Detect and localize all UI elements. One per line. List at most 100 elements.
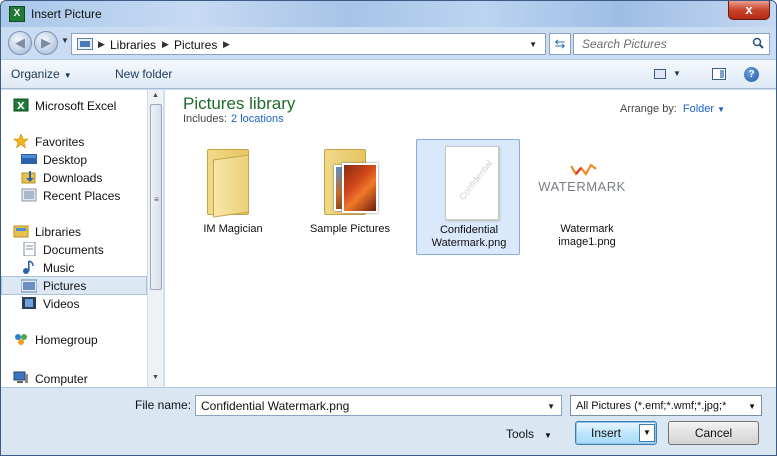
locations-link[interactable]: 2 locations — [231, 113, 284, 125]
scroll-up-arrow[interactable]: ▲ — [152, 92, 159, 99]
library-title: Pictures library — [183, 94, 296, 113]
chevron-down-icon: ▼ — [63, 71, 72, 80]
music-icon — [23, 260, 34, 274]
includes-label: Includes: — [183, 113, 228, 125]
file-list-view[interactable]: Pictures library Includes: 2 locations Ar… — [165, 90, 776, 387]
pictures-icon — [21, 279, 37, 293]
nav-item-pictures[interactable]: Pictures — [1, 276, 147, 295]
cancel-button[interactable]: Cancel — [668, 421, 759, 445]
arrange-by-label: Arrange by: — [620, 103, 677, 115]
computer-icon — [13, 371, 28, 383]
library-location-icon — [77, 38, 93, 50]
back-button[interactable]: ◀ — [8, 31, 32, 55]
title-bar[interactable]: X Insert Picture x — [1, 1, 776, 27]
grip-icon: ≡ — [154, 195, 159, 204]
refresh-icon: ⇆ — [554, 36, 566, 51]
view-options-dropdown[interactable]: ▼ — [673, 69, 681, 78]
nav-item-desktop[interactable]: Desktop — [1, 150, 147, 169]
excel-icon: X — [13, 98, 29, 112]
search-box[interactable] — [573, 33, 770, 55]
scroll-down-arrow[interactable]: ▼ — [152, 374, 159, 381]
nav-item-homegroup[interactable]: Homegroup — [1, 330, 147, 349]
file-item-sample-pictures[interactable]: Sample Pictures — [298, 139, 402, 255]
file-name: Confidential Watermark.png — [431, 224, 507, 249]
command-toolbar: Organize ▼ New folder ▼ ? — [1, 59, 776, 89]
file-name-input[interactable] — [196, 396, 536, 415]
close-button[interactable]: x — [728, 1, 770, 20]
videos-icon — [22, 297, 36, 309]
file-name: Watermark image1.png — [558, 223, 616, 248]
help-icon[interactable]: ? — [744, 67, 759, 82]
forward-button[interactable]: ▶ — [34, 31, 58, 55]
library-includes: Includes: 2 locations — [183, 113, 284, 125]
navigation-pane: X Microsoft Excel Favorites Desktop Down… — [1, 90, 164, 387]
folder-photos-icon — [316, 145, 384, 217]
recent-places-icon — [21, 188, 37, 202]
file-name-label: File name: — [135, 398, 192, 412]
nav-item-downloads[interactable]: Downloads — [1, 168, 147, 187]
tools-label: Tools — [506, 427, 535, 441]
file-item-watermark-image1[interactable]: WATERMARK Watermark image1.png — [535, 139, 639, 255]
nav-item-libraries[interactable]: Libraries — [1, 222, 147, 241]
thumbnail-text: Confidential — [457, 158, 495, 202]
documents-icon — [23, 242, 36, 256]
image-thumbnail: WATERMARK — [537, 161, 627, 197]
insert-button[interactable]: Insert ▼ — [575, 421, 657, 445]
search-icon[interactable] — [752, 37, 764, 49]
nav-scrollbar[interactable]: ▲ ≡ ▼ — [147, 90, 163, 387]
nav-item-music[interactable]: Music — [1, 258, 147, 277]
libraries-icon — [13, 225, 29, 238]
insert-options-dropdown[interactable]: ▼ — [639, 424, 655, 442]
scroll-thumb[interactable]: ≡ — [150, 104, 162, 290]
nav-item-documents[interactable]: Documents — [1, 240, 147, 259]
search-input[interactable] — [574, 34, 744, 54]
chevron-right-icon[interactable]: ▶ — [98, 39, 105, 50]
nav-item-videos[interactable]: Videos — [1, 294, 147, 313]
organize-label: Organize — [11, 67, 60, 81]
organize-menu[interactable]: Organize ▼ — [11, 67, 72, 81]
file-type-filter[interactable]: All Pictures (*.emf;*.wmf;*.jpg;* ▼ — [570, 395, 762, 416]
nav-item-recent-places[interactable]: Recent Places — [1, 186, 147, 205]
breadcrumb-pictures[interactable]: Pictures — [174, 38, 217, 52]
chevron-right-icon[interactable]: ▶ — [162, 39, 169, 50]
breadcrumb-libraries[interactable]: Libraries — [110, 38, 156, 52]
window-title: Insert Picture — [31, 7, 102, 21]
nav-item-microsoft-excel[interactable]: X Microsoft Excel — [1, 96, 147, 115]
file-name: Sample Pictures — [309, 223, 391, 235]
folder-icon — [199, 145, 267, 218]
change-view-icon[interactable] — [654, 69, 666, 79]
file-name-combobox[interactable]: ▼ — [195, 395, 562, 416]
address-dropdown[interactable]: ▼ — [529, 40, 537, 49]
desktop-icon — [21, 154, 37, 164]
address-bar[interactable]: ▶ Libraries ▶ Pictures ▶ ▼ — [71, 33, 546, 55]
address-row: ◀ ▶ ▼ ▶ Libraries ▶ Pictures ▶ ▼ ⇆ — [1, 27, 776, 59]
chevron-down-icon[interactable]: ▼ — [717, 105, 725, 114]
insert-picture-dialog: X Insert Picture x ◀ ▶ ▼ ▶ Libraries ▶ P… — [0, 0, 777, 456]
tools-menu[interactable]: Tools ▼ — [506, 427, 552, 441]
excel-icon: X — [9, 6, 25, 22]
file-item-confidential-watermark[interactable]: Confidential Confidential Watermark.png — [416, 139, 520, 255]
nav-item-favorites[interactable]: Favorites — [1, 132, 147, 151]
svg-text:X: X — [17, 101, 25, 112]
file-type-value: All Pictures (*.emf;*.wmf;*.jpg;* — [576, 400, 727, 412]
chevron-right-icon[interactable]: ▶ — [223, 39, 230, 50]
homegroup-icon — [15, 334, 27, 345]
arrange-by: Arrange by: Folder ▼ — [620, 103, 725, 115]
recent-pages-dropdown[interactable]: ▼ — [61, 36, 69, 45]
watermark-logo-icon — [570, 163, 597, 176]
dialog-footer: File name: ▼ All Pictures (*.emf;*.wmf;*… — [1, 387, 776, 455]
refresh-button[interactable]: ⇆ — [549, 33, 571, 55]
nav-item-computer[interactable]: Computer — [1, 369, 147, 387]
chevron-down-icon[interactable]: ▼ — [547, 402, 555, 411]
chevron-down-icon[interactable]: ▼ — [748, 402, 756, 411]
insert-label: Insert — [590, 426, 621, 440]
thumbnail-text: WATERMARK — [538, 179, 626, 194]
preview-pane-icon[interactable] — [712, 68, 726, 80]
star-icon — [13, 134, 29, 148]
new-folder-button[interactable]: New folder — [115, 67, 172, 81]
downloads-icon — [21, 171, 36, 184]
file-name: IM Magician — [203, 223, 263, 235]
arrange-by-dropdown[interactable]: Folder — [683, 103, 714, 115]
chevron-down-icon: ▼ — [544, 431, 552, 440]
file-item-im-magician[interactable]: IM Magician — [181, 139, 285, 255]
